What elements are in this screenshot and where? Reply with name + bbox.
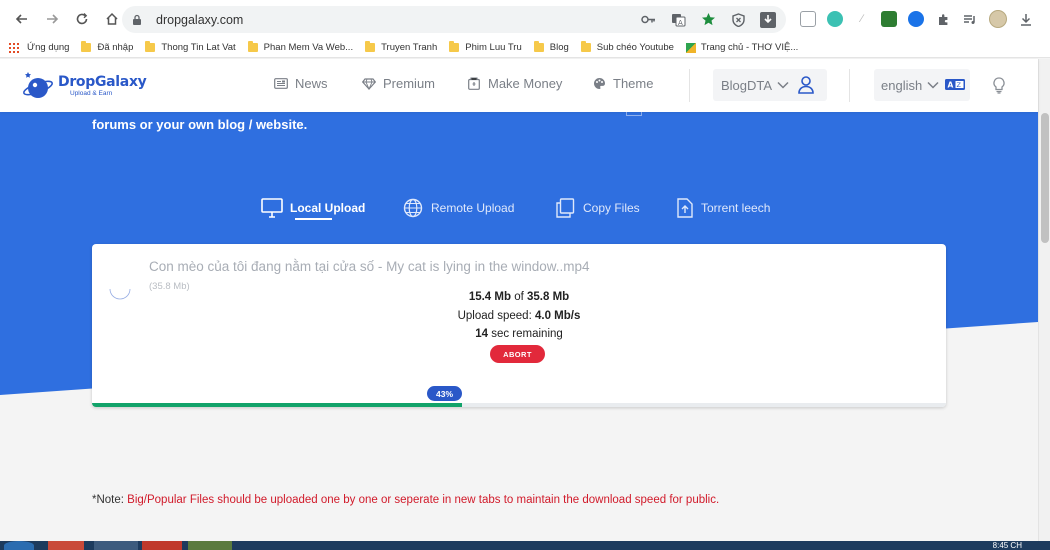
nav-make-money[interactable]: Make Money (467, 76, 562, 91)
upload-card: Con mèo của tôi đang nằm tại cửa số - My… (92, 244, 946, 407)
back-icon[interactable] (8, 5, 36, 33)
scrollbar-thumb[interactable] (1041, 113, 1049, 243)
extension-mail-icon[interactable] (800, 11, 816, 27)
folder-icon (580, 41, 591, 52)
nav-premium[interactable]: Premium (362, 76, 435, 91)
bookmark-star-icon[interactable] (700, 12, 716, 28)
abort-button[interactable]: ABORT (490, 345, 545, 363)
bookmark-folder[interactable]: Thong Tin Lat Vat (145, 41, 236, 53)
bookmark-folder[interactable]: Phim Luu Tru (449, 41, 522, 53)
taskbar-app[interactable] (142, 541, 182, 550)
os-taskbar: 8:45 CH (0, 541, 1050, 550)
url-text[interactable]: dropgalaxy.com (156, 13, 243, 27)
progress-percent-badge: 43% (427, 386, 462, 401)
language-select[interactable]: english AZ (874, 69, 970, 101)
logo-title: DropGalaxy (58, 73, 147, 90)
bookmarks-bar: Ứng dụng Đã nhập Thong Tin Lat Vat Phan … (0, 38, 1050, 58)
svg-text:Z: Z (957, 81, 962, 89)
extension-feather-icon[interactable]: ∕ (854, 11, 870, 27)
svg-text:A: A (948, 80, 954, 89)
chevron-down-icon (777, 79, 789, 91)
upload-progress-amount: 15.4 Mb of 35.8 Mb (468, 291, 570, 303)
svg-text:A: A (678, 19, 683, 27)
bookmark-folder[interactable]: Đã nhập (81, 41, 133, 53)
tab-copy-files[interactable]: Copy Files (554, 193, 640, 223)
page-icon (685, 42, 696, 53)
extension-face-icon[interactable] (827, 11, 843, 27)
folder-icon (81, 41, 92, 52)
extension-blue-circle-icon[interactable] (908, 11, 924, 27)
bookmark-page[interactable]: Trang chủ - THƠ VIỆ... (685, 42, 798, 53)
hero-text: forums or your own blog / website. (92, 117, 308, 132)
media-queue-icon[interactable] (962, 11, 978, 27)
nav-theme[interactable]: Theme (592, 76, 653, 91)
site-header: DropGalaxy Upload & Earn News Premium Ma… (0, 59, 1038, 112)
folder-icon (449, 41, 460, 52)
profile-avatar-icon[interactable] (989, 10, 1007, 28)
galaxy-logo-icon (23, 72, 53, 98)
bookmark-apps[interactable]: Ứng dụng (9, 42, 69, 53)
key-icon[interactable] (640, 12, 656, 28)
lock-icon[interactable] (132, 13, 146, 27)
translate-badge-icon: AZ (945, 78, 966, 93)
lightbulb-icon[interactable] (993, 77, 1005, 99)
upload-time-remaining: 14 sec remaining (475, 328, 563, 340)
reload-icon[interactable] (68, 5, 96, 33)
wallet-icon (467, 77, 481, 91)
active-tab-indicator (295, 218, 332, 220)
browser-toolbar: dropgalaxy.com A ∕ (0, 0, 1050, 38)
download-box-icon[interactable] (760, 11, 776, 28)
translate-icon[interactable]: A (670, 12, 686, 28)
upload-progress-bar (92, 403, 946, 407)
taskbar-clock: 8:45 CH (992, 541, 1022, 550)
globe-icon (402, 197, 424, 219)
upload-speed: Upload speed: 4.0 Mb/s (457, 310, 581, 322)
chevron-down-icon (927, 79, 939, 91)
newspaper-icon (274, 77, 288, 91)
tab-remote-upload[interactable]: Remote Upload (402, 193, 514, 223)
tab-torrent-leech[interactable]: Torrent leech (676, 193, 770, 223)
page-scrollbar[interactable] (1038, 59, 1050, 541)
shield-icon[interactable] (730, 12, 746, 28)
taskbar-app[interactable] (188, 541, 232, 550)
bookmark-folder[interactable]: Truyen Tranh (365, 41, 437, 53)
download-icon[interactable] (1018, 11, 1034, 27)
nav-news[interactable]: News (274, 76, 328, 91)
apps-grid-icon (9, 42, 19, 53)
header-divider (849, 69, 850, 102)
header-divider (689, 69, 690, 102)
bookmark-folder[interactable]: Blog (533, 41, 569, 53)
puzzle-icon[interactable] (935, 11, 951, 27)
folder-icon (145, 41, 156, 52)
folder-icon (365, 41, 376, 52)
forward-icon[interactable] (38, 5, 66, 33)
copy-icon (554, 197, 576, 219)
site-logo[interactable]: DropGalaxy Upload & Earn (22, 64, 147, 108)
palette-icon (592, 77, 606, 91)
folder-icon (533, 41, 544, 52)
monitor-icon (261, 197, 283, 219)
taskbar-app[interactable] (94, 541, 138, 550)
user-icon[interactable] (798, 76, 814, 99)
address-bar[interactable]: dropgalaxy.com A (122, 6, 786, 33)
upload-file-name: Con mèo của tôi đang nằm tại cửa số - My… (149, 259, 590, 274)
taskbar-app[interactable] (48, 541, 84, 550)
diamond-icon (362, 77, 376, 91)
folder-icon (247, 41, 258, 52)
logo-tagline: Upload & Earn (70, 89, 113, 97)
upload-progress-fill (92, 403, 462, 407)
bookmark-folder[interactable]: Phan Mem Va Web... (247, 41, 353, 53)
start-button[interactable] (4, 541, 34, 550)
torrent-file-icon (676, 197, 694, 219)
upload-note: *Note: Big/Popular Files should be uploa… (92, 494, 720, 506)
extension-cube-icon[interactable] (881, 11, 897, 27)
bookmark-folder[interactable]: Sub chéo Youtube (580, 41, 674, 53)
